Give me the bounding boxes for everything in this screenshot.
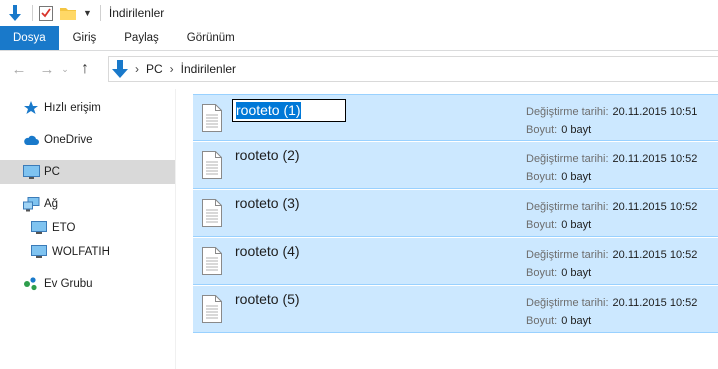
nav-item-label: OneDrive [44, 134, 93, 146]
date-modified-value: 20.11.2015 10:52 [612, 201, 698, 213]
text-file-icon [202, 151, 222, 179]
date-modified: Değiştirme tarihi: 20.11.2015 10:52 [526, 201, 697, 213]
date-modified-label: Değiştirme tarihi: [526, 297, 609, 309]
date-modified: Değiştirme tarihi: 20.11.2015 10:52 [526, 297, 697, 309]
file-size: Boyut: 0 bayt [526, 124, 591, 136]
file-size-value: 0 bayt [561, 219, 592, 231]
tab-home[interactable]: Giriş [59, 26, 111, 50]
nav-item-onedrive[interactable]: OneDrive [0, 128, 175, 152]
date-modified-label: Değiştirme tarihi: [526, 201, 609, 213]
ribbon-tabs: Dosya Giriş Paylaş Görünüm [0, 26, 718, 51]
file-size-label: Boyut: [526, 219, 558, 231]
text-file-icon [202, 247, 222, 275]
breadcrumb-separator-icon[interactable]: › [170, 62, 174, 76]
text-file-icon [202, 199, 222, 227]
breadcrumb-downloads[interactable]: İndirilenler [181, 62, 236, 76]
date-modified-label: Değiştirme tarihi: [526, 106, 609, 118]
file-size-label: Boyut: [526, 124, 558, 136]
file-size: Boyut: 0 bayt [526, 171, 591, 183]
file-size-value: 0 bayt [561, 315, 592, 327]
breadcrumb-pc[interactable]: PC [146, 62, 163, 76]
title-divider [99, 4, 101, 21]
file-row[interactable]: rooteto (2) Değiştirme tarihi: 20.11.2015… [193, 142, 718, 189]
star-icon [22, 99, 40, 117]
nav-item-label: ETO [52, 222, 76, 234]
text-file-icon [202, 295, 222, 323]
file-size-value: 0 bayt [561, 171, 592, 183]
file-name: rooteto (5) [235, 291, 300, 307]
file-size-label: Boyut: [526, 315, 558, 327]
tab-file[interactable]: Dosya [0, 26, 59, 50]
navigation-pane: Hızlı erişim OneDrive PC Ağ ETO WOLFATIH [0, 89, 176, 369]
file-row[interactable]: rooteto (1) Değiştirme tarihi: 20.11.2015… [193, 94, 718, 141]
breadcrumb-separator-icon[interactable]: › [135, 62, 139, 76]
tab-view[interactable]: Görünüm [173, 26, 249, 50]
nav-item-homegroup[interactable]: Ev Grubu [0, 272, 175, 296]
nav-item-quick-access[interactable]: Hızlı erişim [0, 96, 175, 120]
recent-locations-chevron-icon[interactable]: ⌄ [58, 58, 72, 80]
cloud-icon [22, 131, 40, 149]
date-modified: Değiştirme tarihi: 20.11.2015 10:52 [526, 249, 697, 261]
homegroup-icon [22, 275, 40, 293]
file-size: Boyut: 0 bayt [526, 315, 591, 327]
back-arrow-icon[interactable]: ← [8, 58, 30, 80]
forward-arrow-icon[interactable]: → [36, 58, 58, 80]
nav-item-label: Hızlı erişim [44, 102, 101, 114]
up-arrow-icon[interactable]: ↑ [74, 58, 96, 80]
download-folder-icon [112, 60, 128, 78]
toolbar-divider [32, 4, 33, 21]
monitor-icon [30, 219, 48, 237]
date-modified-value: 20.11.2015 10:51 [612, 106, 698, 118]
monitor-icon [30, 243, 48, 261]
rename-selected-text: rooteto (1) [236, 102, 301, 119]
window-title: İndirilenler [108, 5, 165, 20]
file-size: Boyut: 0 bayt [526, 219, 591, 231]
nav-item-network[interactable]: Ağ [0, 192, 175, 216]
file-name: rooteto (3) [235, 195, 300, 211]
customize-toolbar-chevron-icon[interactable]: ▼ [83, 8, 92, 18]
date-modified-label: Değiştirme tarihi: [526, 153, 609, 165]
file-size-label: Boyut: [526, 267, 558, 279]
nav-item-pc[interactable]: PC [0, 160, 175, 184]
file-row[interactable]: rooteto (5) Değiştirme tarihi: 20.11.2015… [193, 286, 718, 333]
file-size-value: 0 bayt [561, 124, 592, 136]
title-bar: ▼ İndirilenler [0, 0, 718, 25]
rename-input[interactable]: rooteto (1) [232, 99, 346, 122]
computer-icon [22, 163, 40, 181]
download-arrow-icon[interactable] [6, 4, 24, 22]
address-bar[interactable]: › PC › İndirilenler [108, 56, 718, 82]
file-row[interactable]: rooteto (3) Değiştirme tarihi: 20.11.2015… [193, 190, 718, 237]
file-name: rooteto (2) [235, 147, 300, 163]
file-size-value: 0 bayt [561, 267, 592, 279]
network-icon [22, 195, 40, 213]
nav-item-eto[interactable]: ETO [0, 216, 175, 240]
text-file-icon [202, 104, 222, 132]
file-size: Boyut: 0 bayt [526, 267, 591, 279]
nav-item-wolfatih[interactable]: WOLFATIH [0, 240, 175, 264]
new-folder-icon[interactable] [59, 4, 77, 22]
properties-icon[interactable] [37, 4, 55, 22]
date-modified-value: 20.11.2015 10:52 [612, 297, 698, 309]
date-modified-value: 20.11.2015 10:52 [612, 249, 698, 261]
date-modified-value: 20.11.2015 10:52 [612, 153, 698, 165]
nav-item-label: PC [44, 166, 60, 178]
nav-item-label: Ev Grubu [44, 278, 93, 290]
nav-item-label: WOLFATIH [52, 246, 110, 258]
date-modified-label: Değiştirme tarihi: [526, 249, 609, 261]
file-list: rooteto (1) Değiştirme tarihi: 20.11.2015… [177, 89, 718, 369]
file-name: rooteto (4) [235, 243, 300, 259]
file-size-label: Boyut: [526, 171, 558, 183]
file-row[interactable]: rooteto (4) Değiştirme tarihi: 20.11.2015… [193, 238, 718, 285]
date-modified: Değiştirme tarihi: 20.11.2015 10:52 [526, 153, 697, 165]
date-modified: Değiştirme tarihi: 20.11.2015 10:51 [526, 106, 697, 118]
tab-share[interactable]: Paylaş [110, 26, 173, 50]
nav-item-label: Ağ [44, 198, 59, 210]
navigation-bar: ← → ⌄ ↑ › PC › İndirilenler [0, 56, 718, 82]
